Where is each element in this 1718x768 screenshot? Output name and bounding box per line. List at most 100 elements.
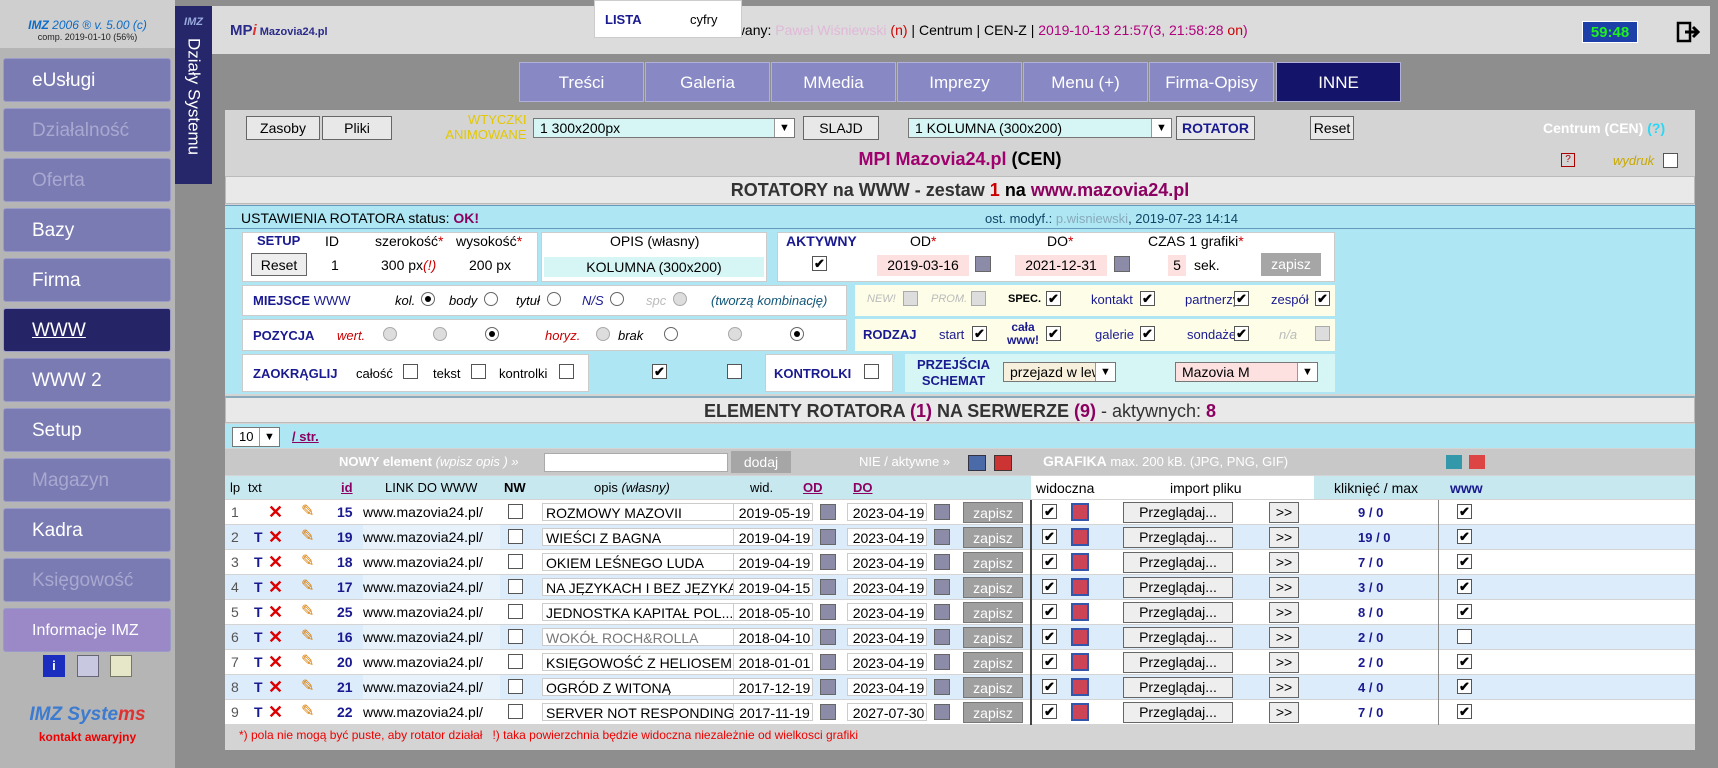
calendar-icon[interactable] xyxy=(820,679,836,695)
row-nw-checkbox[interactable] xyxy=(508,629,523,644)
row-browse-button[interactable]: Przeglądaj... xyxy=(1123,652,1233,673)
delete-icon[interactable]: ✕ xyxy=(268,675,283,699)
sidebar-item-setup[interactable]: Setup xyxy=(3,408,171,452)
row-www-checkbox[interactable]: ✔ xyxy=(1457,529,1472,544)
row-browse-button[interactable]: Przeglądaj... xyxy=(1123,702,1233,723)
row-nw-checkbox[interactable] xyxy=(508,604,523,619)
new-checkbox[interactable] xyxy=(903,291,918,306)
image-preview-icon[interactable] xyxy=(1071,703,1089,721)
cyfry-checkbox[interactable] xyxy=(727,364,742,379)
start-checkbox[interactable]: ✔ xyxy=(972,326,987,341)
row-opis-input[interactable]: ROZMOWY MAZOVII xyxy=(542,503,755,521)
layout-select[interactable]: 1 KOLUMNA (300x200) ▼ xyxy=(908,118,1172,138)
row-od-input[interactable]: 2019-04-19 xyxy=(733,553,813,571)
delete-icon[interactable]: ✕ xyxy=(268,625,283,649)
row-link[interactable]: www.mazovia24.pl/ xyxy=(363,650,500,674)
horyz-right-radio[interactable] xyxy=(790,327,804,341)
delete-icon[interactable]: ✕ xyxy=(268,700,283,724)
row-save-button[interactable]: zapisz xyxy=(963,577,1023,598)
miejsce-body-radio[interactable] xyxy=(484,292,498,306)
row-nw-checkbox[interactable] xyxy=(508,554,523,569)
row-upload-button[interactable]: >> xyxy=(1269,702,1299,723)
miejsce-spc-radio[interactable] xyxy=(673,292,687,306)
calendar-star-icon[interactable] xyxy=(110,655,133,677)
sort-od-link[interactable]: OD xyxy=(803,480,823,495)
row-opis-input[interactable]: WIEŚCI Z BAGNA xyxy=(542,528,755,546)
row-upload-button[interactable]: >> xyxy=(1269,552,1299,573)
row-link[interactable]: www.mazovia24.pl/ xyxy=(363,625,500,649)
tab-mmedia[interactable]: MMedia xyxy=(771,62,896,102)
horyz-brak-radio[interactable] xyxy=(596,327,610,341)
row-browse-button[interactable]: Przeglądaj... xyxy=(1123,527,1233,548)
tab-firma-opisy[interactable]: Firma-Opisy xyxy=(1149,62,1274,102)
row-save-button[interactable]: zapisz xyxy=(963,627,1023,648)
image-preview-icon[interactable] xyxy=(1071,603,1089,621)
scheme-select[interactable]: Mazovia M ▼ xyxy=(1175,362,1318,382)
kontrolki-checkbox[interactable] xyxy=(559,364,574,379)
row-browse-button[interactable]: Przeglądaj... xyxy=(1123,552,1233,573)
row-od-input[interactable]: 2018-04-10 xyxy=(733,628,813,646)
opis-input[interactable]: KOLUMNA (300x200) xyxy=(544,257,764,277)
row-nw-checkbox[interactable] xyxy=(508,704,523,719)
row-www-checkbox[interactable] xyxy=(1457,629,1472,644)
row-od-input[interactable]: 2018-05-10 xyxy=(733,603,813,621)
row-opis-input[interactable]: KSIĘGOWOŚĆ Z HELIOSEM xyxy=(542,653,755,671)
do-date-input[interactable]: 2021-12-31 xyxy=(1015,255,1107,276)
row-link[interactable]: www.mazovia24.pl/ xyxy=(363,500,500,524)
sort-do-link[interactable]: DO xyxy=(853,480,873,495)
image-preview-icon[interactable] xyxy=(1071,528,1089,546)
edit-pencil-icon[interactable]: ✎ xyxy=(301,550,314,574)
hide-inactive-icon[interactable] xyxy=(994,455,1012,471)
calendar-icon[interactable] xyxy=(934,679,950,695)
delete-icon[interactable]: ✕ xyxy=(268,650,283,674)
toolbar-reset-button[interactable]: Reset xyxy=(1310,116,1354,140)
wydruk-checkbox[interactable] xyxy=(1663,153,1678,168)
row-do-input[interactable]: 2023-04-19 xyxy=(847,553,927,571)
wert-bottom-radio[interactable] xyxy=(485,327,499,341)
row-save-button[interactable]: zapisz xyxy=(963,602,1023,623)
row-www-checkbox[interactable]: ✔ xyxy=(1457,579,1472,594)
per-page-link[interactable]: / str. xyxy=(292,429,319,444)
eye-icon[interactable] xyxy=(1446,455,1462,469)
setup-reset-button[interactable]: Reset xyxy=(251,253,307,276)
miejsce-kol-radio[interactable] xyxy=(421,292,435,306)
show-inactive-icon[interactable] xyxy=(968,455,986,471)
logout-icon[interactable] xyxy=(1675,19,1701,45)
calendar-icon[interactable] xyxy=(934,554,950,570)
row-visible-checkbox[interactable]: ✔ xyxy=(1042,604,1057,619)
partnerzy-checkbox[interactable]: ✔ xyxy=(1234,291,1249,306)
row-save-button[interactable]: zapisz xyxy=(963,527,1023,548)
image-preview-icon[interactable] xyxy=(1071,578,1089,596)
row-do-input[interactable]: 2023-04-19 xyxy=(847,528,927,546)
row-visible-checkbox[interactable]: ✔ xyxy=(1042,704,1057,719)
edit-pencil-icon[interactable]: ✎ xyxy=(301,650,314,674)
row-od-input[interactable]: 2017-11-19 xyxy=(733,703,813,721)
row-od-input[interactable]: 2018-01-01 xyxy=(733,653,813,671)
row-visible-checkbox[interactable]: ✔ xyxy=(1042,529,1057,544)
edit-pencil-icon[interactable]: ✎ xyxy=(301,575,314,599)
image-preview-icon[interactable] xyxy=(1071,628,1089,646)
row-do-input[interactable]: 2023-04-19 xyxy=(847,603,927,621)
sidebar-item-informacje-imz[interactable]: Informacje IMZ xyxy=(3,608,171,652)
row-browse-button[interactable]: Przeglądaj... xyxy=(1123,602,1233,623)
calendar-icon[interactable] xyxy=(934,504,950,520)
row-save-button[interactable]: zapisz xyxy=(963,502,1023,523)
row-opis-input[interactable]: SERVER NOT RESPONDING xyxy=(542,703,755,721)
tab-inne[interactable]: INNE xyxy=(1276,62,1401,102)
help-icon[interactable]: ? xyxy=(1561,153,1575,167)
calendar-icon[interactable] xyxy=(820,654,836,670)
row-visible-checkbox[interactable]: ✔ xyxy=(1042,629,1057,644)
czas-input[interactable]: 5 xyxy=(1168,255,1186,276)
slajd-button[interactable]: SLAJD xyxy=(803,116,879,140)
zespol-checkbox[interactable]: ✔ xyxy=(1315,291,1330,306)
calendar-icon[interactable] xyxy=(1114,256,1130,272)
row-opis-input[interactable]: JEDNOSTKA KAPITAŁ POL... xyxy=(542,603,755,621)
edit-pencil-icon[interactable]: ✎ xyxy=(301,600,314,624)
row-nw-checkbox[interactable] xyxy=(508,679,523,694)
calendar-icon[interactable] xyxy=(934,629,950,645)
row-upload-button[interactable]: >> xyxy=(1269,627,1299,648)
calendar-icon[interactable] xyxy=(934,654,950,670)
wert-top-radio[interactable] xyxy=(383,327,397,341)
cala-www-checkbox[interactable]: ✔ xyxy=(1046,326,1061,341)
edit-pencil-icon[interactable]: ✎ xyxy=(301,500,314,524)
